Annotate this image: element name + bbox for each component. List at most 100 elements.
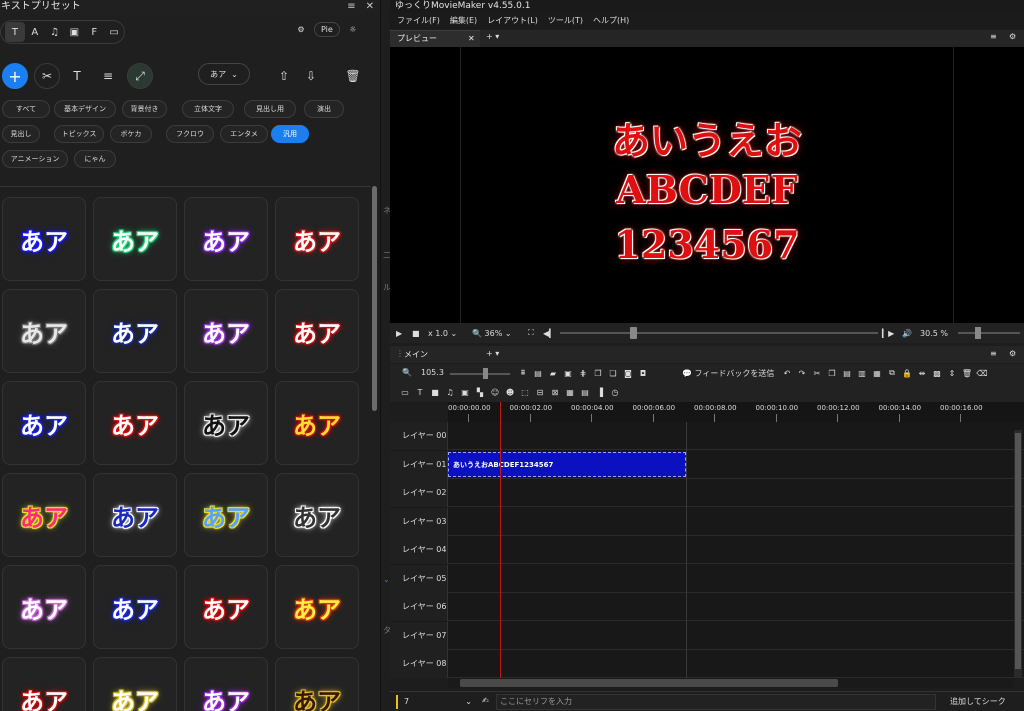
timeline-ruler[interactable]: 00:00:00.00 00:00:02.00 00:00:04.00 00:00:0…: [448, 402, 1024, 422]
camera-icon[interactable]: ◙: [623, 368, 633, 378]
image-item-icon[interactable]: ▣: [460, 387, 470, 397]
preset-scrollbar[interactable]: [372, 186, 377, 411]
vscroll-thumb[interactable]: [1015, 433, 1021, 669]
menu-file[interactable]: ファイル(F): [397, 13, 440, 29]
timeline-hscroll[interactable]: [448, 678, 1014, 688]
fit-icon[interactable]: ⛶: [528, 326, 534, 340]
tab-main[interactable]: メイン: [404, 349, 428, 360]
dialogue-input[interactable]: ここにセリフを入力: [496, 694, 936, 710]
upload-icon[interactable]: ⇧: [271, 63, 297, 89]
text-item-icon[interactable]: T: [415, 387, 425, 397]
preset-card[interactable]: あア: [93, 381, 177, 465]
delete-icon[interactable]: 🗑: [962, 368, 972, 378]
category-chip[interactable]: 基本デザイン: [54, 100, 116, 118]
preset-card[interactable]: あア: [275, 473, 359, 557]
layer-label[interactable]: レイヤー 06: [390, 593, 448, 621]
category-chip[interactable]: 見出し用: [244, 100, 296, 118]
text-clip[interactable]: あいうえおABCDEF1234567: [448, 452, 686, 477]
volume-slider[interactable]: [958, 332, 1020, 334]
layer-row[interactable]: レイヤー 07: [390, 621, 1024, 650]
resize-arrow-icon[interactable]: ⤢: [127, 63, 153, 89]
speed-dropdown[interactable]: x 1.0 ⌄: [428, 326, 457, 340]
layer-row[interactable]: レイヤー 03: [390, 507, 1024, 536]
preset-card[interactable]: あア: [2, 381, 86, 465]
preset-card[interactable]: あア: [93, 565, 177, 649]
frame-icon[interactable]: ⊠: [550, 387, 560, 397]
lock-icon[interactable]: 🔒: [902, 368, 912, 378]
preset-card[interactable]: あア: [93, 197, 177, 281]
trash-icon[interactable]: 🗑: [340, 63, 366, 89]
preset-card[interactable]: あア: [2, 565, 86, 649]
group-icon[interactable]: ▦: [872, 368, 882, 378]
cut-scissors-icon[interactable]: ✂: [34, 63, 60, 89]
preset-card[interactable]: あア: [93, 473, 177, 557]
tab-text-icon[interactable]: T: [5, 22, 25, 42]
font-sample-dropdown[interactable]: あア ⌄: [198, 63, 250, 85]
menu-layout[interactable]: レイアウト(L): [487, 13, 538, 29]
feedback-button[interactable]: 💬 フィードバックを送信: [682, 368, 774, 379]
preset-card[interactable]: あア: [275, 197, 359, 281]
panel-close-icon[interactable]: ✕: [366, 0, 374, 14]
timeline-zoom-slider[interactable]: [450, 373, 510, 375]
redo-icon[interactable]: ↷: [797, 368, 807, 378]
folder-icon[interactable]: ▰: [548, 368, 558, 378]
tab-effect-icon[interactable]: F: [84, 22, 104, 42]
voice-line-icon[interactable]: ▭: [400, 387, 410, 397]
video-item-icon[interactable]: ■: [430, 387, 440, 397]
category-chip[interactable]: アニメーション: [2, 150, 68, 168]
drag-handle-icon[interactable]: ⋮: [396, 349, 404, 358]
layer-label[interactable]: レイヤー 01: [390, 450, 448, 479]
timeline-zoom-handle[interactable]: [483, 368, 488, 379]
category-chip[interactable]: ボケカ: [110, 125, 152, 143]
seek-handle[interactable]: [630, 327, 637, 339]
layer-label[interactable]: レイヤー 02: [390, 479, 448, 507]
link-icon[interactable]: ⧉: [887, 368, 897, 378]
prev-frame-icon[interactable]: ◀▎: [543, 326, 555, 340]
layer-row[interactable]: レイヤー 02: [390, 479, 1024, 507]
preset-card[interactable]: あア: [275, 565, 359, 649]
snap-icon[interactable]: ⇹: [917, 368, 927, 378]
preset-card[interactable]: あア: [2, 657, 86, 711]
add-tab-icon[interactable]: + ▾: [486, 32, 499, 41]
preset-card[interactable]: あア: [184, 381, 268, 465]
seek-bar[interactable]: [560, 332, 878, 334]
preset-card[interactable]: あア: [184, 197, 268, 281]
layer-label[interactable]: レイヤー 07: [390, 621, 448, 650]
category-chip[interactable]: 立体文字: [182, 100, 234, 118]
chevron-down-icon[interactable]: ⌄: [383, 575, 390, 584]
category-chip[interactable]: エンタメ: [220, 125, 268, 143]
panel-splitter[interactable]: [381, 0, 390, 711]
face-icon[interactable]: ☻: [505, 387, 515, 397]
timeline-vscroll[interactable]: [1014, 430, 1022, 678]
pie-button[interactable]: Pie: [314, 22, 340, 37]
playhead[interactable]: [500, 402, 501, 678]
menu-help[interactable]: ヘルプ(H): [593, 13, 629, 29]
text-tool-icon[interactable]: T: [64, 63, 90, 89]
preview-canvas[interactable]: あいうえお ABCDEF 1234567: [390, 47, 1024, 323]
hscroll-thumb[interactable]: [460, 679, 838, 687]
preset-card[interactable]: あア: [275, 289, 359, 373]
close-icon[interactable]: ✕: [468, 31, 475, 47]
add-preset-button[interactable]: +: [2, 63, 28, 89]
gear-icon[interactable]: ⚙: [1009, 349, 1016, 358]
layer-row[interactable]: レイヤー 08: [390, 650, 1024, 678]
paste-icon[interactable]: ❏: [608, 368, 618, 378]
delete-all-icon[interactable]: ⌫: [976, 368, 987, 378]
category-chip[interactable]: 背景付き: [122, 100, 167, 118]
clock-icon[interactable]: ◷: [610, 387, 620, 397]
category-chip[interactable]: にゃん: [74, 150, 116, 168]
audio-item-icon[interactable]: ♫: [445, 387, 455, 397]
next-frame-icon[interactable]: ▎▶: [882, 326, 894, 340]
save-icon[interactable]: ▣: [563, 368, 573, 378]
tab-video-icon[interactable]: ▭: [104, 22, 124, 42]
effect-icon[interactable]: ⬚: [520, 387, 530, 397]
layout-icon[interactable]: ▩: [932, 368, 942, 378]
book-icon[interactable]: ▐: [595, 387, 605, 397]
volume-icon[interactable]: 🔊: [902, 326, 912, 340]
character-icon[interactable]: ☺: [490, 387, 500, 397]
preset-card[interactable]: あア: [184, 473, 268, 557]
copy-icon[interactable]: ❐: [827, 368, 837, 378]
volume-handle[interactable]: [975, 327, 981, 339]
preset-card[interactable]: あア: [2, 289, 86, 373]
gear-icon[interactable]: ⚙: [1009, 32, 1016, 41]
